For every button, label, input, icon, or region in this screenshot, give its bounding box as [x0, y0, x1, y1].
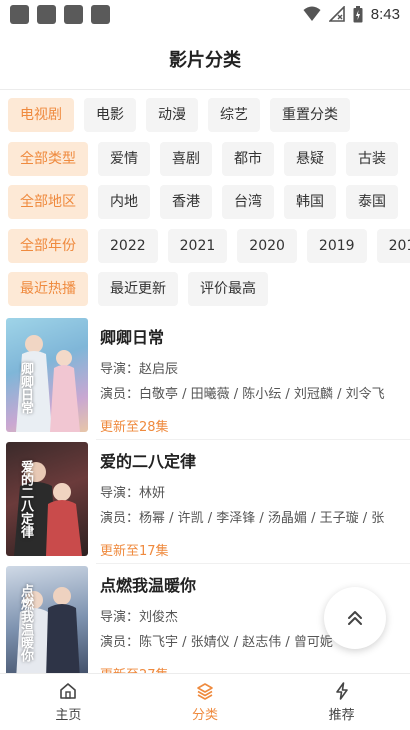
divider — [96, 439, 410, 440]
filter-chip-urban[interactable]: 都市 — [222, 141, 274, 176]
layers-icon — [197, 683, 213, 700]
filter-chip-taiwan[interactable]: 台湾 — [222, 185, 274, 219]
battery-icon — [353, 5, 363, 22]
notification-icon — [64, 4, 83, 24]
reset-filter-button[interactable]: 重置分类 — [270, 98, 350, 132]
poster-image[interactable]: 爱的二八定律 — [6, 442, 88, 556]
movie-director: 导演：赵启辰 — [100, 362, 179, 377]
notification-icon — [37, 4, 56, 24]
filter-chip-hongkong[interactable]: 香港 — [160, 185, 212, 219]
poster-image[interactable]: 卿卿日常 — [6, 318, 88, 432]
home-icon — [60, 683, 77, 699]
movie-director: 导演：林妍 — [100, 486, 166, 501]
filter-chip-all-genres[interactable]: 全部类型 — [8, 141, 88, 176]
notification-icons — [10, 4, 110, 24]
filter-chip-2020[interactable]: 2020 — [237, 228, 297, 263]
nav-home[interactable]: 主页 — [0, 674, 137, 730]
poster-title: 卿卿日常 — [18, 362, 33, 414]
filter-chip-variety[interactable]: 综艺 — [208, 98, 260, 132]
filter-chip-2021[interactable]: 2021 — [167, 228, 228, 263]
filter-chip-2019[interactable]: 2019 — [306, 228, 367, 263]
filter-chip-anime[interactable]: 动漫 — [146, 98, 198, 132]
episode-update: 更新至28集 — [100, 420, 169, 435]
filter-row-region: 全部地区 内地 香港 台湾 韩国 泰国 — [0, 185, 410, 219]
filter-chip-mystery[interactable]: 悬疑 — [284, 141, 336, 176]
filter-chip-movie[interactable]: 电影 — [84, 98, 136, 132]
notification-icon — [91, 4, 110, 24]
sort-chip-hot[interactable]: 最近热播 — [8, 272, 88, 306]
poster-title: 点燃我温暖你 — [18, 584, 33, 662]
filter-chip-tv[interactable]: 电视剧 — [8, 98, 74, 132]
filter-row-category: 电视剧 电影 动漫 综艺 重置分类 — [0, 98, 410, 132]
status-bar: 8:43 — [0, 0, 410, 28]
filter-chip-2022[interactable]: 2022 — [98, 228, 158, 263]
scroll-to-top-button[interactable] — [324, 587, 386, 649]
movie-title[interactable]: 卿卿日常 — [100, 324, 410, 348]
filter-chip-costume[interactable]: 古装 — [346, 141, 398, 176]
filter-chip-mainland[interactable]: 内地 — [98, 185, 150, 219]
app-header: 影片分类 — [0, 28, 410, 90]
divider — [96, 563, 410, 564]
nav-recommend-label: 推荐 — [328, 708, 355, 723]
clock: 8:43 — [370, 5, 400, 23]
wifi-icon — [303, 6, 321, 21]
sort-chip-latest[interactable]: 最近更新 — [98, 272, 178, 306]
nav-category[interactable]: 分类 — [137, 674, 274, 730]
episode-update: 更新至27集 — [100, 664, 410, 673]
signal-icon — [328, 6, 345, 22]
filter-panel: 电视剧 电影 动漫 综艺 重置分类 全部类型 爱情 喜剧 都市 悬疑 古装 全部… — [0, 98, 410, 316]
sort-chip-top-rated[interactable]: 评价最高 — [188, 272, 268, 306]
filter-row-genre: 全部类型 爱情 喜剧 都市 悬疑 古装 — [0, 141, 410, 176]
poster-title: 爱的二八定律 — [18, 460, 33, 538]
movie-cast: 演员：杨幂 / 许凯 / 李泽锋 / 汤晶媚 / 王子璇 / 张 — [100, 511, 385, 526]
filter-row-year: 全部年份 2022 2021 2020 2019 2018 — [0, 228, 410, 263]
nav-recommend[interactable]: 推荐 — [273, 674, 410, 730]
filter-chip-romance[interactable]: 爱情 — [98, 141, 150, 176]
nav-home-label: 主页 — [55, 708, 82, 723]
filter-row-sort: 最近热播 最近更新 评价最高 — [0, 272, 410, 306]
list-item[interactable]: 爱的二八定律 爱的二八定律 导演：林妍 演员：杨幂 / 许凯 / 李泽锋 / 汤… — [0, 442, 410, 566]
double-chevron-up-icon — [348, 611, 362, 625]
poster-image[interactable]: 点燃我温暖你 — [6, 566, 88, 673]
filter-chip-all-regions[interactable]: 全部地区 — [8, 185, 88, 219]
filter-chip-comedy[interactable]: 喜剧 — [160, 141, 212, 176]
filter-chip-thailand[interactable]: 泰国 — [346, 185, 398, 219]
list-item[interactable]: 卿卿日常 卿卿日常 导演：赵启辰 演员：白敬亭 / 田曦薇 / 陈小纭 / 刘冠… — [0, 318, 410, 442]
movie-title[interactable]: 爱的二八定律 — [100, 448, 410, 472]
filter-chip-all-years[interactable]: 全部年份 — [8, 228, 88, 263]
movie-cast: 演员：白敬亭 / 田曦薇 / 陈小纭 / 刘冠麟 / 刘令飞 — [100, 387, 385, 402]
filter-chip-korea[interactable]: 韩国 — [284, 185, 336, 219]
page-title: 影片分类 — [169, 49, 241, 71]
nav-category-label: 分类 — [192, 708, 219, 723]
episode-update: 更新至17集 — [100, 544, 169, 559]
lightning-icon — [335, 682, 348, 700]
bottom-nav: 主页 分类 推荐 — [0, 673, 410, 730]
filter-chip-2018[interactable]: 2018 — [376, 228, 410, 263]
notification-icon — [10, 4, 29, 24]
